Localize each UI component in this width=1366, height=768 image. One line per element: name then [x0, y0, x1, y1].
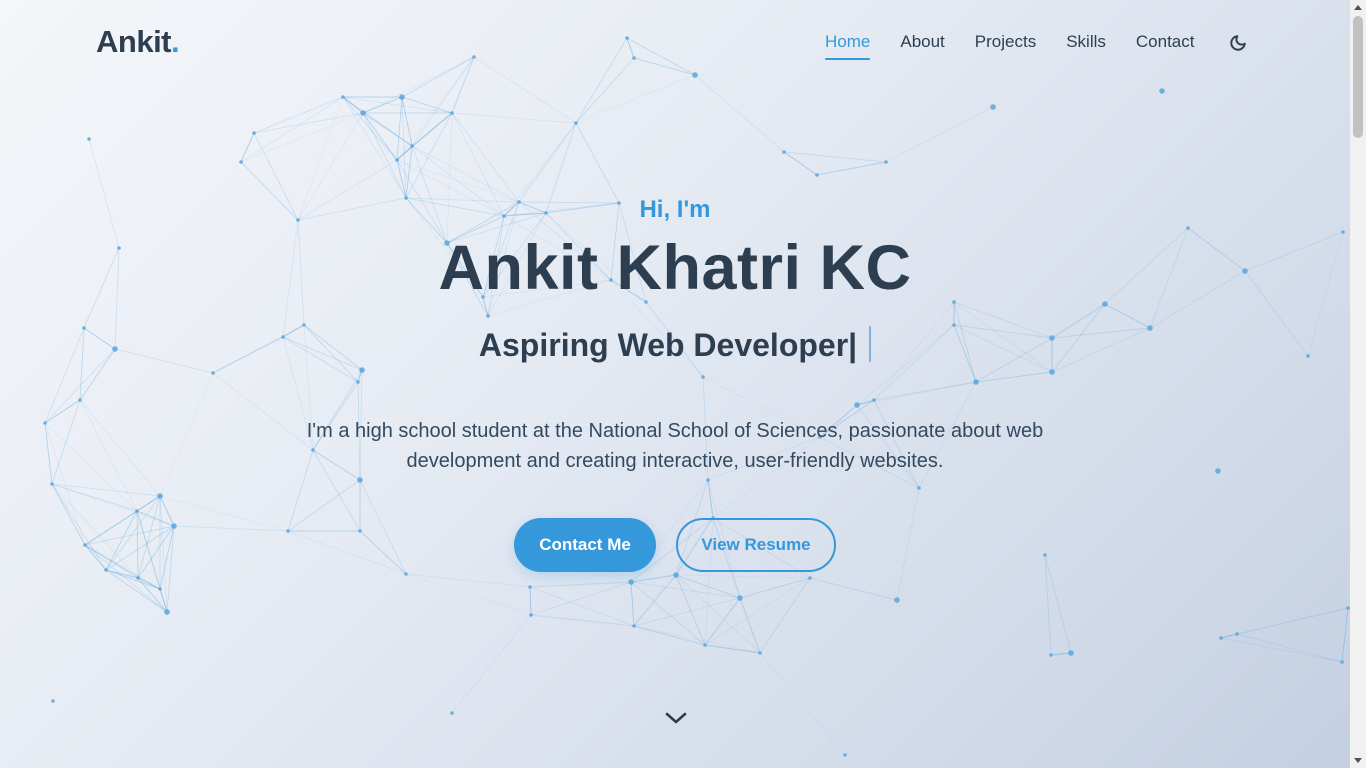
- nav-link-skills[interactable]: Skills: [1066, 32, 1106, 60]
- logo-text: Ankit: [96, 24, 172, 59]
- view-resume-button[interactable]: View Resume: [676, 518, 836, 572]
- logo[interactable]: Ankit.: [96, 24, 180, 60]
- hero-greeting: Hi, I'm: [639, 196, 711, 223]
- contact-me-button[interactable]: Contact Me: [514, 518, 656, 572]
- logo-dot: .: [171, 24, 180, 59]
- hero-name: Ankit Khatri KC: [438, 233, 912, 303]
- hero-role: Aspiring Web Developer|: [0, 326, 1350, 364]
- main-navigation: Home About Projects Skills Contact: [825, 32, 1250, 60]
- chevron-down-icon: [665, 712, 687, 724]
- page-scrollbar[interactable]: [1350, 0, 1366, 768]
- nav-link-contact[interactable]: Contact: [1136, 32, 1195, 60]
- hero-actions: Contact Me View Resume: [0, 518, 1350, 572]
- scroll-up-arrow[interactable]: [1354, 5, 1362, 10]
- scroll-down-button[interactable]: [664, 708, 688, 728]
- nav-link-projects[interactable]: Projects: [975, 32, 1036, 60]
- typing-cursor: [869, 326, 872, 362]
- moon-icon: [1230, 35, 1247, 51]
- hero-bio: I'm a high school student at the Nationa…: [306, 420, 1044, 472]
- scroll-down-arrow[interactable]: [1354, 758, 1362, 763]
- nav-link-about[interactable]: About: [900, 32, 944, 60]
- theme-toggle-button[interactable]: [1226, 31, 1250, 55]
- typed-role-text: Aspiring Web Developer|: [478, 327, 858, 363]
- nav-link-home[interactable]: Home: [825, 32, 871, 60]
- scrollbar-thumb[interactable]: [1353, 16, 1363, 138]
